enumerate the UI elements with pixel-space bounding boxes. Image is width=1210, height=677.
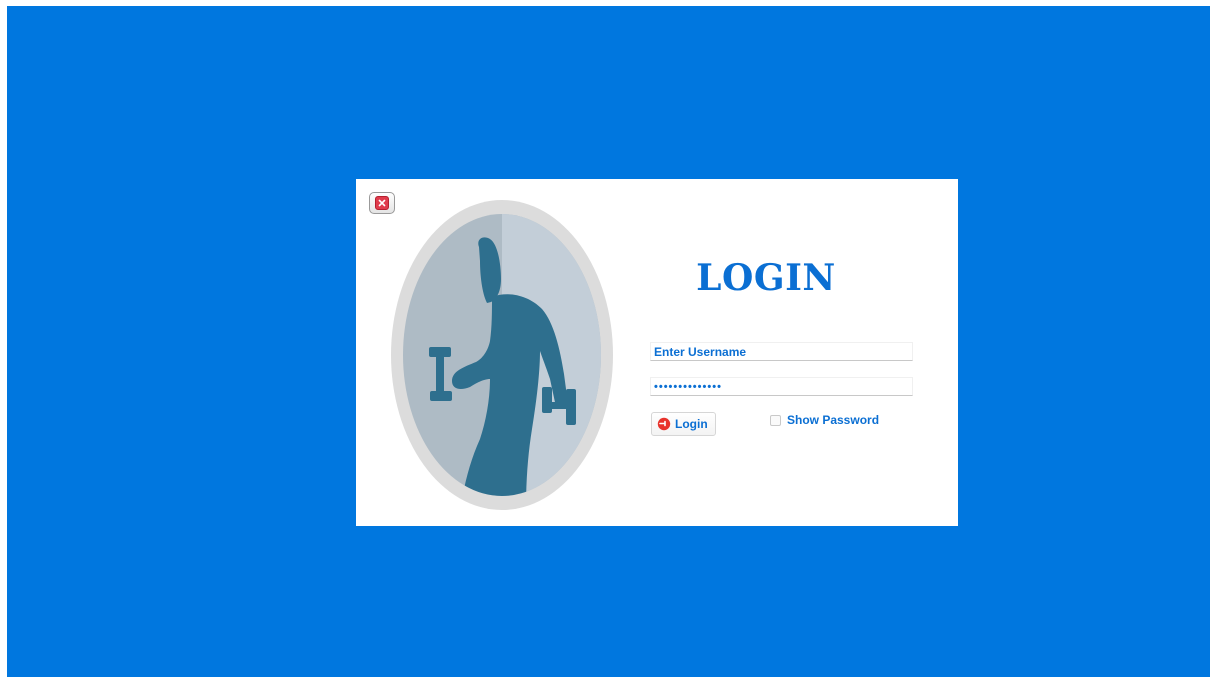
page-title: LOGIN: [696, 257, 836, 299]
login-dialog: LOGIN Login Show Password: [356, 179, 958, 526]
login-button[interactable]: Login: [651, 412, 716, 436]
fitness-man-dumbbells-icon: [391, 200, 613, 510]
username-input[interactable]: [650, 342, 913, 361]
show-password-toggle[interactable]: Show Password: [770, 413, 879, 427]
show-password-label: Show Password: [787, 413, 880, 427]
desktop-background: LOGIN Login Show Password: [7, 6, 1210, 677]
show-password-checkbox[interactable]: [770, 414, 781, 426]
password-input[interactable]: [650, 377, 913, 396]
login-button-label: Login: [675, 417, 708, 431]
power-icon: [657, 417, 671, 431]
close-icon: [375, 196, 389, 210]
